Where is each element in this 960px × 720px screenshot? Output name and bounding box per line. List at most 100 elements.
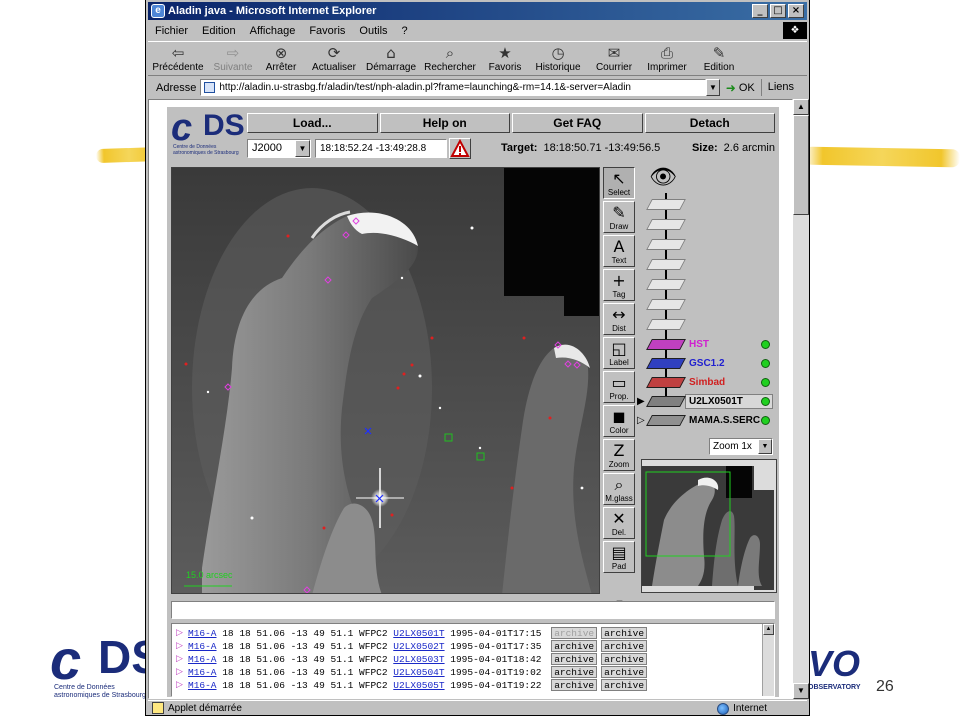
dataset-link[interactable]: U2LX0501T (393, 627, 444, 640)
tool-text[interactable]: A Text (603, 235, 635, 267)
load-button[interactable]: Load... (247, 113, 378, 133)
menu-edition[interactable]: Edition (195, 25, 243, 37)
dataset-link[interactable]: U2LX0504T (393, 666, 444, 679)
toolbar-button-7[interactable]: ◷ Historique (528, 42, 588, 75)
toolbar-button-label: Favoris (488, 62, 522, 73)
archive-button[interactable]: archive (601, 653, 648, 665)
toolbar-button-6[interactable]: ★ Favoris (482, 42, 528, 75)
faq-button[interactable]: Get FAQ (512, 113, 643, 133)
zoom-select[interactable]: Zoom 1x ▼ (709, 438, 773, 455)
object-link[interactable]: M16-A (188, 653, 217, 666)
empty-plane[interactable] (646, 319, 686, 330)
tool-properties[interactable]: ▭ Prop. (603, 371, 635, 403)
empty-plane[interactable] (646, 299, 686, 310)
tool-distance[interactable]: ↔ Dist (603, 303, 635, 335)
coordinate-input[interactable]: 18:18:52.24 -13:49:28.8 (315, 139, 447, 158)
plane-label[interactable]: U2LX0501T (689, 396, 743, 408)
plane-status-dot[interactable] (761, 378, 770, 387)
zoom-thumbnail-view[interactable] (641, 459, 777, 593)
toolbar-button-4[interactable]: ⌂ Démarrage (364, 42, 418, 75)
archive-button[interactable]: archive (551, 640, 598, 652)
address-dropdown-icon[interactable]: ▼ (706, 79, 720, 96)
tool-pad[interactable]: ▤ Pad (603, 541, 635, 573)
archive-button[interactable]: archive (551, 627, 598, 639)
tool-delete[interactable]: ✕ Del. (603, 507, 635, 539)
empty-plane[interactable] (646, 279, 686, 290)
object-link[interactable]: M16-A (188, 640, 217, 653)
warning-icon[interactable] (449, 138, 471, 159)
object-link[interactable]: M16-A (188, 666, 217, 679)
toolbar-button-5[interactable]: ⌕ Rechercher (418, 42, 482, 75)
archive-button[interactable]: archive (601, 627, 648, 639)
plane-status-dot[interactable] (761, 397, 770, 406)
plane-hst[interactable] (646, 339, 686, 350)
tool-label[interactable]: ◱ Label (603, 337, 635, 369)
tool-zoom[interactable]: Z Zoom (603, 439, 635, 471)
object-link[interactable]: M16-A (188, 679, 217, 692)
toolbar-button-3[interactable]: ⟳ Actualiser (304, 42, 364, 75)
plane-label[interactable]: GSC1.2 (689, 358, 725, 370)
page-vertical-scrollbar[interactable]: ▲ ▼ (793, 99, 809, 699)
scroll-up-icon[interactable]: ▲ (793, 99, 809, 115)
archive-button[interactable]: archive (551, 679, 598, 691)
menu-outils[interactable]: Outils (352, 25, 394, 37)
toolbar-button-10[interactable]: ✎ Edition (694, 42, 744, 75)
toolbar-button-2[interactable]: ⊗ Arrêter (258, 42, 304, 75)
empty-plane[interactable] (646, 219, 686, 230)
toolbar-button-0[interactable]: ⇦ Précédente (148, 42, 208, 75)
toolbar-button-8[interactable]: ✉ Courrier (588, 42, 640, 75)
empty-plane[interactable] (646, 239, 686, 250)
toolbar-button-9[interactable]: ⎙ Imprimer (640, 42, 694, 75)
address-input[interactable]: http://aladin.u-strasbg.fr/aladin/test/n… (200, 79, 707, 96)
archive-button[interactable]: archive (601, 666, 648, 678)
links-button[interactable]: Liens » (760, 79, 807, 109)
menu-affichage[interactable]: Affichage (243, 25, 303, 37)
archive-button[interactable]: archive (601, 679, 648, 691)
menu-help[interactable]: ? (395, 25, 415, 37)
window-titlebar[interactable]: e Aladin java - Microsoft Internet Explo… (148, 2, 807, 20)
properties-icon: ▭ (611, 373, 627, 392)
detach-button[interactable]: Detach (644, 113, 775, 133)
plane-status-dot[interactable] (761, 416, 770, 425)
eye-icon[interactable]: 👁 (649, 167, 677, 189)
empty-plane[interactable] (646, 259, 686, 270)
scroll-thumb[interactable] (793, 115, 809, 215)
plane-pointer-icon: ▷ (637, 415, 645, 426)
measurement-scrollbar[interactable]: ▲ (762, 624, 774, 696)
scroll-down-icon[interactable]: ▼ (793, 683, 809, 699)
plane-status-dot[interactable] (761, 340, 770, 349)
archive-button[interactable]: archive (551, 653, 598, 665)
object-link[interactable]: M16-A (188, 627, 217, 640)
scroll-up-icon[interactable]: ▲ (763, 624, 774, 635)
address-bar: Adresse http://aladin.u-strasbg.fr/aladi… (148, 77, 807, 109)
table-row: ▷ M16-A 18 18 51.06 -13 49 51.1 WFPC2 U2L… (176, 679, 648, 692)
plane-status-dot[interactable] (761, 359, 770, 368)
tool-pencil[interactable]: ✎ Draw (603, 201, 635, 233)
plane-u2lx0501t[interactable] (646, 396, 686, 407)
minimize-button[interactable]: _ (752, 4, 768, 18)
go-button[interactable]: ➜ OK (720, 79, 761, 96)
plane-label[interactable]: HST (689, 339, 709, 351)
maximize-button[interactable]: □ (770, 4, 786, 18)
empty-plane[interactable] (646, 199, 686, 210)
tool-crosshair[interactable]: + Tag (603, 269, 635, 301)
menu-favoris[interactable]: Favoris (302, 25, 352, 37)
menu-fichier[interactable]: Fichier (148, 25, 195, 37)
archive-button[interactable]: archive (601, 640, 648, 652)
frame-select[interactable]: J2000 ▼ (247, 139, 311, 158)
plane-label[interactable]: Simbad (689, 377, 725, 389)
plane-gsc1-2[interactable] (646, 358, 686, 369)
close-button[interactable]: × (788, 4, 804, 18)
plane-simbad[interactable] (646, 377, 686, 388)
sky-image-view[interactable]: 15.0 arcsec (171, 167, 600, 594)
archive-button[interactable]: archive (551, 666, 598, 678)
help-button[interactable]: Help on (379, 113, 510, 133)
tool-color[interactable]: ◼ Color (603, 405, 635, 437)
dataset-link[interactable]: U2LX0505T (393, 679, 444, 692)
tool-magnifier[interactable]: ⌕ M.glass (603, 473, 635, 505)
plane-mama-s-serc[interactable] (646, 415, 686, 426)
dataset-link[interactable]: U2LX0502T (393, 640, 444, 653)
plane-label[interactable]: MAMA.S.SERC (689, 415, 760, 427)
dataset-link[interactable]: U2LX0503T (393, 653, 444, 666)
tool-select-arrow[interactable]: ↖ Select (603, 167, 635, 199)
